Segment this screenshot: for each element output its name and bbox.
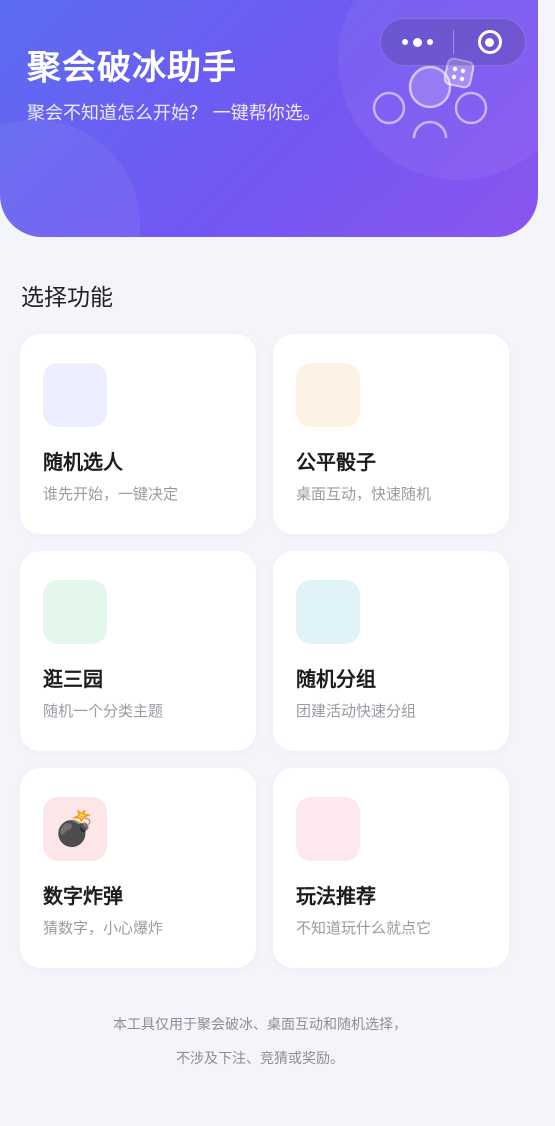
page: 聚会破冰助手 聚会不知道怎么开始？ 一键帮你选。 选择功能 随机选人 谁先开始，… [0, 0, 555, 1126]
disclaimer-line: 不涉及下注、竞猜或奖励。 [176, 1051, 344, 1067]
feature-grid: 随机选人 谁先开始，一键决定 公平骰子 桌面互动，快速随机 逛三园 随机一个分类… [20, 334, 510, 968]
decor-blob [0, 120, 140, 237]
garden-icon [43, 580, 107, 644]
card-random-pick[interactable]: 随机选人 谁先开始，一键决定 [20, 334, 256, 534]
card-description: 团建活动快速分组 [296, 702, 417, 720]
card-title: 随机选人 [43, 450, 123, 474]
section-title: 选择功能 [21, 285, 113, 311]
disclaimer: 本工具仅用于聚会破冰、桌面互动和随机选择， 不涉及下注、竞猜或奖励。 [0, 1008, 520, 1076]
card-title: 数字炸弹 [43, 884, 123, 908]
target-circle-icon[interactable] [454, 19, 525, 65]
random-pick-icon [43, 363, 107, 427]
card-random-group[interactable]: 随机分组 团建活动快速分组 [273, 551, 509, 751]
card-title: 公平骰子 [296, 450, 376, 474]
card-description: 随机一个分类主题 [43, 702, 164, 720]
bomb-icon: 💣 [43, 797, 107, 861]
card-title: 玩法推荐 [296, 884, 376, 908]
card-fair-dice[interactable]: 公平骰子 桌面互动，快速随机 [273, 334, 509, 534]
card-title: 随机分组 [296, 667, 376, 691]
recommend-icon [296, 797, 360, 861]
page-subtitle: 聚会不知道怎么开始？ 一键帮你选。 [27, 103, 321, 124]
card-title: 逛三园 [43, 667, 103, 691]
card-three-gardens[interactable]: 逛三园 随机一个分类主题 [20, 551, 256, 751]
card-description: 谁先开始，一键决定 [43, 485, 179, 503]
group-icon [296, 580, 360, 644]
disclaimer-line: 本工具仅用于聚会破冰、桌面互动和随机选择， [113, 1017, 407, 1033]
card-description: 猜数字，小心爆炸 [43, 919, 164, 937]
dice-icon [296, 363, 360, 427]
card-game-recommend[interactable]: 玩法推荐 不知道玩什么就点它 [273, 768, 509, 968]
card-description: 不知道玩什么就点它 [296, 919, 432, 937]
page-title: 聚会破冰助手 [27, 48, 237, 88]
more-dots-icon[interactable] [381, 19, 453, 65]
card-description: 桌面互动，快速随机 [296, 485, 432, 503]
mini-program-capsule [380, 18, 526, 66]
card-number-bomb[interactable]: 💣 数字炸弹 猜数字，小心爆炸 [20, 768, 256, 968]
